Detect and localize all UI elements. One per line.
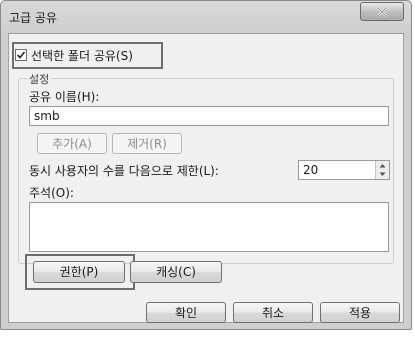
- remove-button[interactable]: 제거(R): [112, 133, 182, 154]
- comment-label: 주석(O):: [29, 186, 74, 200]
- checkmark-icon: [16, 51, 26, 59]
- spin-buttons: [375, 161, 389, 179]
- spin-down-button[interactable]: [376, 170, 389, 179]
- add-button[interactable]: 추가(A): [37, 133, 107, 154]
- caching-button[interactable]: 캐싱(C): [130, 261, 222, 283]
- ok-button[interactable]: 확인: [146, 302, 226, 323]
- apply-button[interactable]: 적용: [320, 302, 400, 323]
- user-limit-label: 동시 사용자의 수를 다음으로 제한(L):: [29, 164, 219, 178]
- share-folder-checkbox-row[interactable]: 선택한 폴더 공유(S): [15, 45, 133, 65]
- title-bar: 고급 공유: [1, 1, 411, 33]
- share-name-input[interactable]: [29, 106, 389, 126]
- close-button[interactable]: [360, 2, 404, 21]
- spin-up-icon: [379, 164, 386, 168]
- close-icon: [377, 7, 387, 17]
- user-limit-value[interactable]: 20: [303, 163, 318, 177]
- share-folder-label: 선택한 폴더 공유(S): [31, 48, 133, 63]
- spin-up-button[interactable]: [376, 161, 389, 170]
- cancel-button[interactable]: 취소: [233, 302, 313, 323]
- dialog-body: 선택한 폴더 공유(S) 설정 공유 이름(H): 추가(A) 제거(R) 동시…: [8, 33, 404, 323]
- share-name-label: 공유 이름(H):: [29, 90, 100, 104]
- settings-group-label: 설정: [27, 71, 52, 87]
- spin-down-icon: [379, 172, 386, 176]
- permissions-button[interactable]: 권한(P): [33, 261, 125, 283]
- share-folder-checkbox[interactable]: [15, 49, 27, 61]
- user-limit-spinner[interactable]: 20: [298, 160, 390, 180]
- comment-textarea[interactable]: [29, 202, 389, 252]
- window-title: 고급 공유: [9, 11, 57, 25]
- advanced-sharing-dialog: 고급 공유 선택한 폴더 공유(S) 설정 공유 이름(H): 추가(A) 제거…: [0, 0, 412, 330]
